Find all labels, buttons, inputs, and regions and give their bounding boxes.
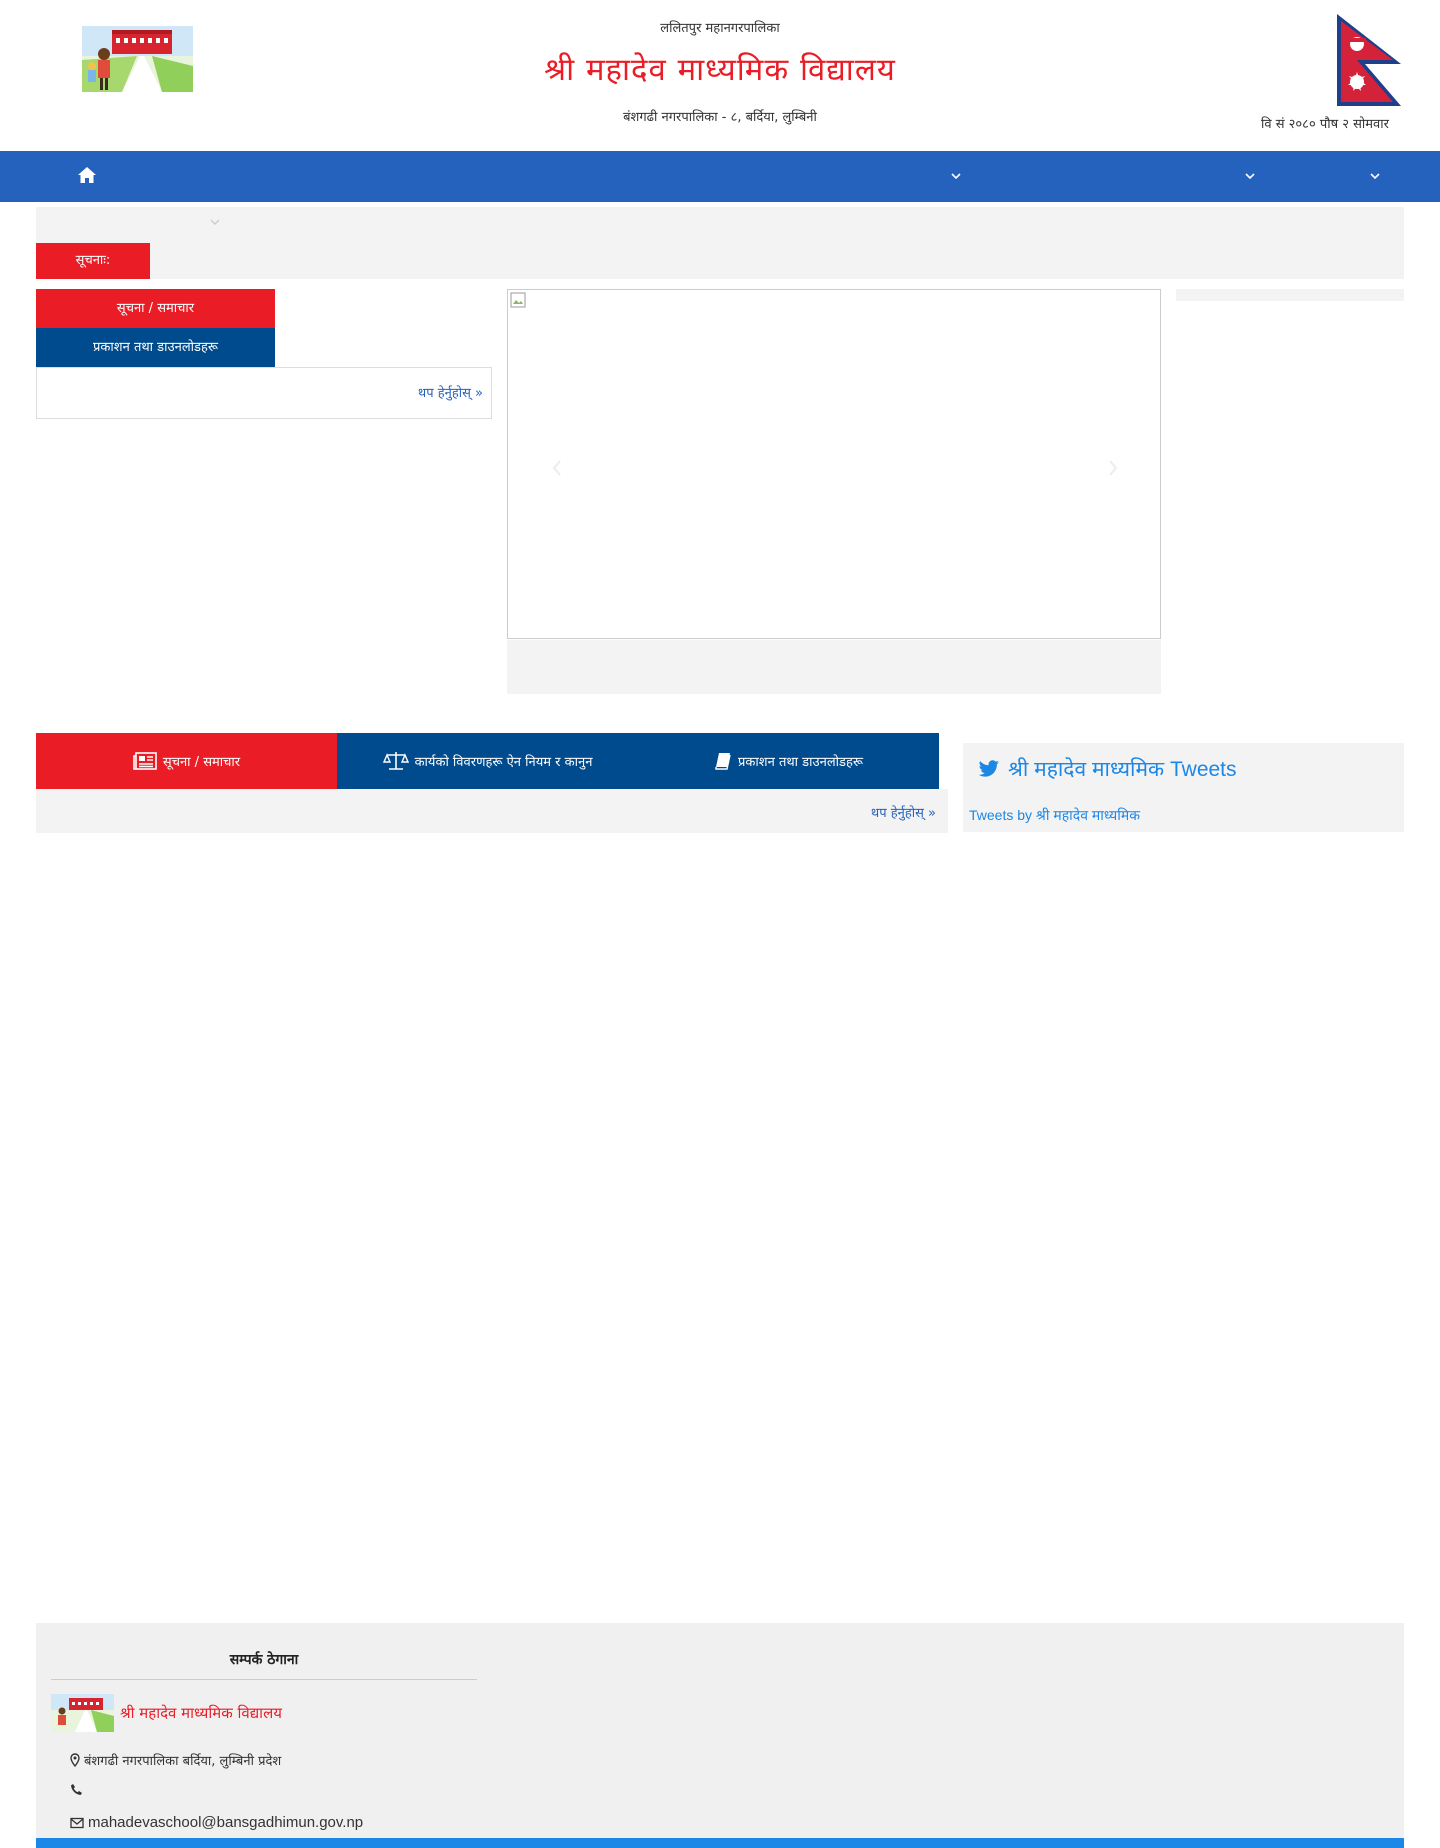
tab2-content-panel: थप हेर्नुहोस् » [36, 789, 948, 833]
balance-scale-icon [382, 752, 409, 770]
chevron-down-icon[interactable] [949, 167, 963, 185]
footer-school-logo [51, 1694, 114, 1732]
footer-heading: सम्पर्क ठेगाना [229, 1652, 299, 1668]
newspaper-icon [133, 752, 157, 770]
footer-address-text: बंशगढी नगरपालिका बर्दिया, लुम्बिनी प्रदे… [84, 1754, 282, 1769]
ticker-label: सूचनाः: [36, 243, 150, 279]
right-sidebar-panel [1176, 289, 1404, 301]
tab-label: सूचना / समाचार [162, 755, 241, 770]
site-title[interactable]: श्री महादेव माध्यमिक विद्यालय [0, 48, 1440, 90]
main-nav [0, 151, 1440, 202]
view-more-link[interactable]: थप हेर्नुहोस् » [871, 803, 936, 821]
footer-email-link[interactable]: mahadevaschool@bansgadhimun.gov.np [88, 1814, 363, 1831]
tweets-title: श्री महादेव माध्यमिक Tweets [978, 755, 1237, 783]
twitter-icon [978, 760, 999, 777]
view-more-link[interactable]: थप हेर्नुहोस् » [418, 383, 483, 401]
slider-prev-icon[interactable] [550, 458, 564, 478]
chevron-down-icon[interactable] [1243, 167, 1257, 185]
tweets-by-link[interactable]: Tweets by श्री महादेव माध्यमिक [969, 806, 1140, 825]
slider-caption [507, 640, 1161, 694]
news-ticker: सूचनाः: [36, 207, 1404, 279]
broken-image-icon [510, 292, 526, 308]
tab-content-panel: थप हेर्नुहोस् » [36, 367, 492, 419]
tweets-title-text: श्री महादेव माध्यमिक Tweets [1008, 758, 1237, 781]
footer: सम्पर्क ठेगाना श्री महादेव माध्यमिक विद्… [36, 1623, 1404, 1848]
footer-address: बंशगढी नगरपालिका बर्दिया, लुम्बिनी प्रदे… [70, 1751, 281, 1769]
slider-next-icon[interactable] [1106, 458, 1120, 478]
map-marker-icon [70, 1753, 80, 1767]
tab-notices-2[interactable]: सूचना / समाचार [36, 733, 337, 789]
tab-notices[interactable]: सूचना / समाचार [36, 289, 275, 328]
tab-label: प्रकाशन तथा डाउनलोडहरू [738, 755, 863, 770]
chevron-down-icon[interactable] [1368, 167, 1382, 185]
chevron-down-icon[interactable] [209, 217, 221, 227]
phone-icon [71, 1784, 82, 1795]
header-small-text: ललितपुर महानगरपालिका [660, 21, 780, 36]
twitter-widget: श्री महादेव माध्यमिक Tweets Tweets by श्… [963, 743, 1404, 832]
nepal-flag-icon [1337, 14, 1401, 106]
tab-downloads-2[interactable]: प्रकाशन तथा डाउनलोडहरू [638, 733, 939, 789]
footer-phone [70, 1783, 87, 1796]
tab-laws[interactable]: कार्यको विवरणहरू ऐन नियम र कानुन [337, 733, 638, 789]
tab-label: कार्यको विवरणहरू ऐन नियम र कानुन [414, 755, 593, 770]
site-header: ललितपुर महानगरपालिका श्री महादेव माध्यमि… [0, 0, 1440, 151]
tab-downloads[interactable]: प्रकाशन तथा डाउनलोडहरू [36, 328, 275, 368]
footer-divider [51, 1679, 477, 1680]
envelope-icon [70, 1817, 84, 1828]
home-icon[interactable] [76, 164, 98, 186]
footer-email: mahadevaschool@bansgadhimun.gov.np [70, 1814, 363, 1831]
footer-bottom-bar [36, 1838, 1404, 1848]
book-icon [715, 753, 731, 770]
nepali-date: वि सं २०८० पौष २ सोमवार [1261, 117, 1389, 132]
image-slider [507, 289, 1161, 639]
footer-school-name[interactable]: श्री महादेव माध्यमिक विद्यालय [120, 1703, 282, 1723]
header-address: बंशगढी नगरपालिका - ८, बर्दिया, लुम्बिनी [623, 110, 817, 125]
